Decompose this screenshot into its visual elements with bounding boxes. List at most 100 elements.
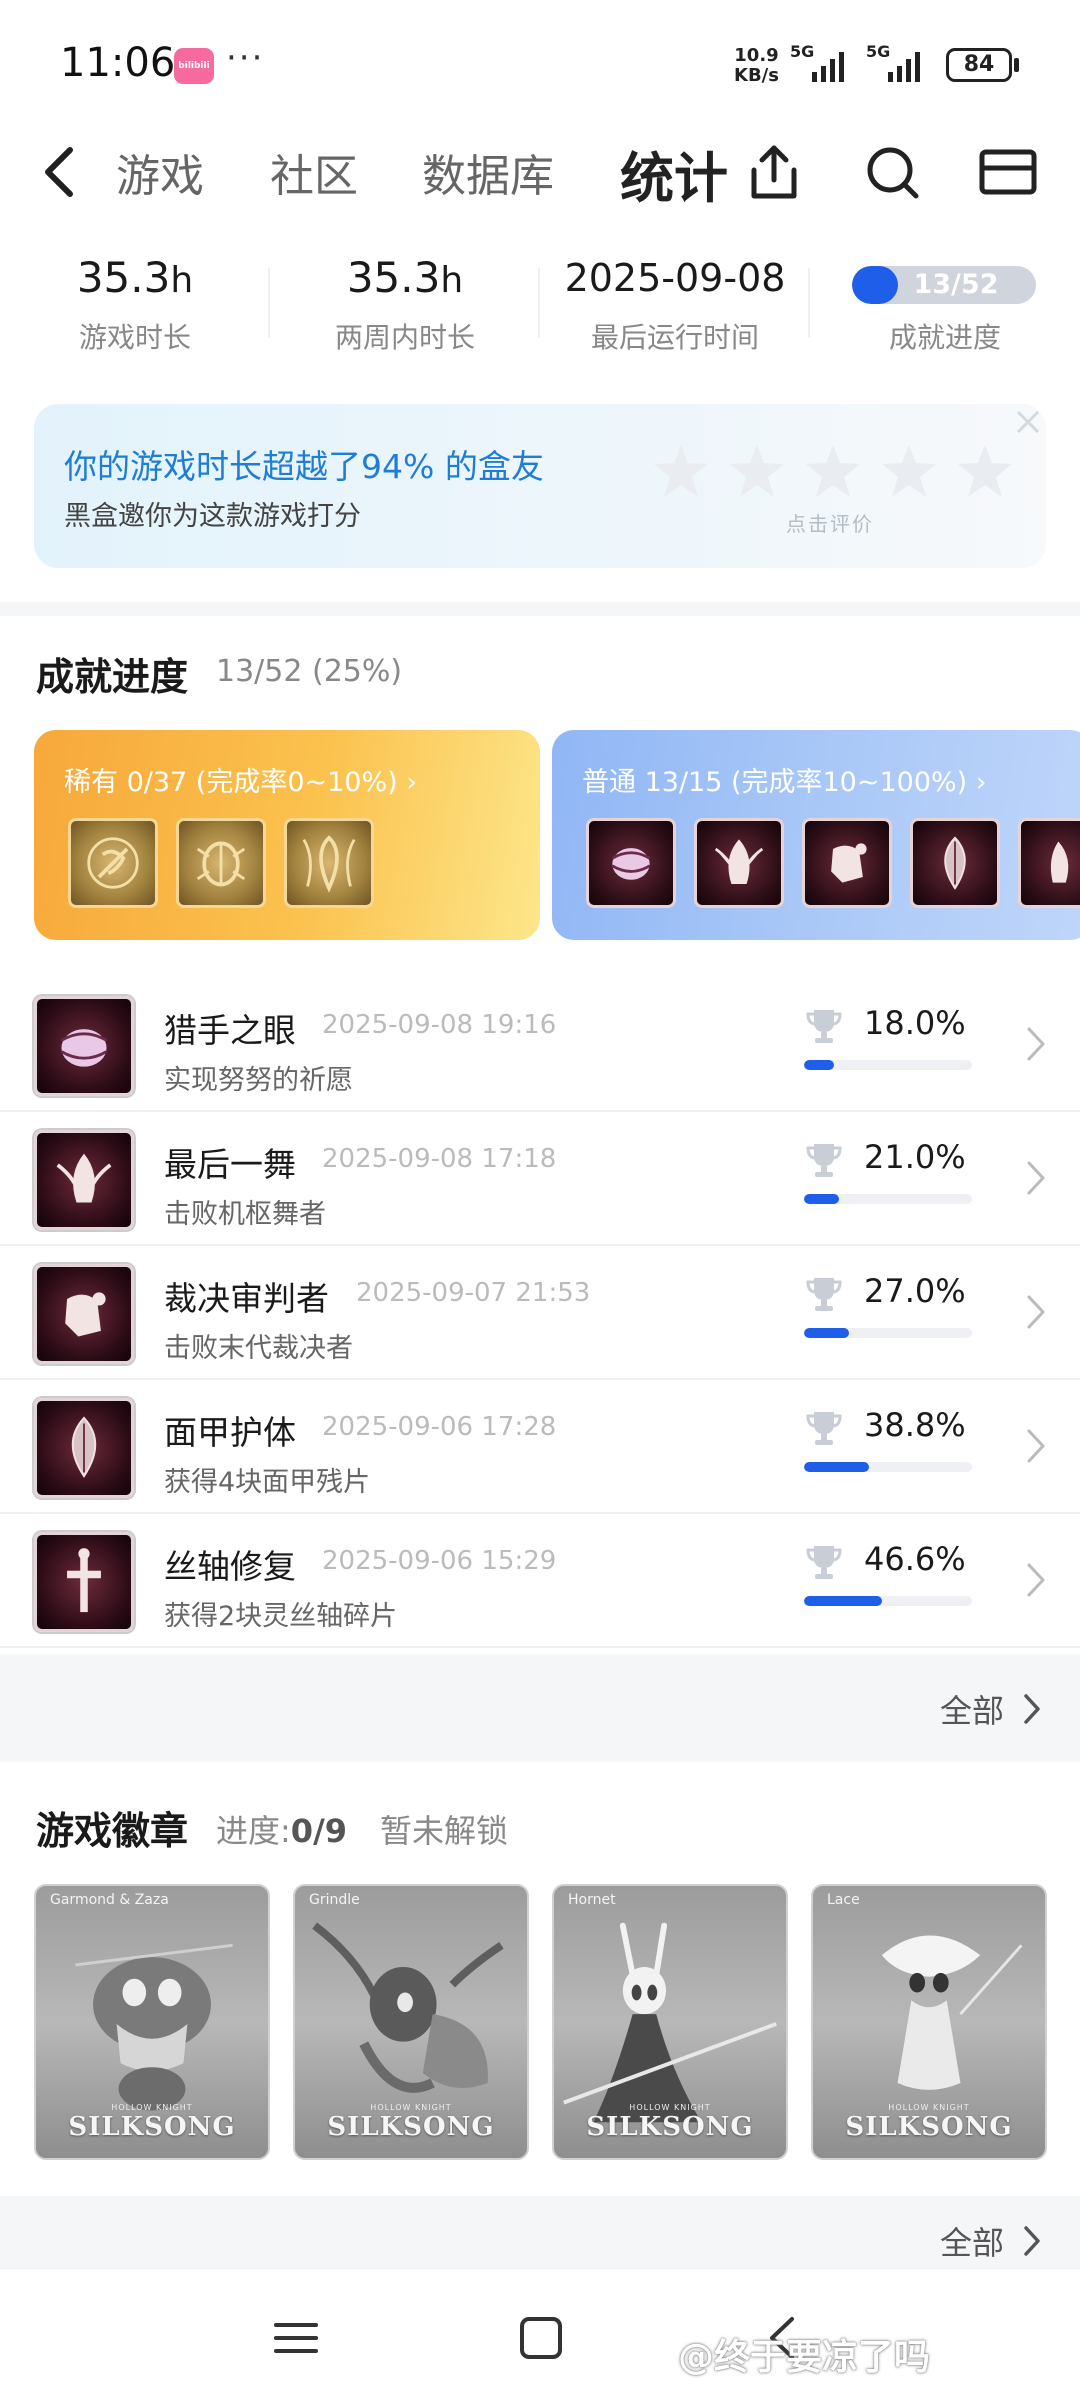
achievement-rate-bar (804, 1596, 972, 1606)
achievement-name: 猎手之眼 (164, 1011, 296, 1050)
badge-heading: 游戏徽章 (36, 1809, 189, 1853)
achievement-row[interactable]: 猎手之眼 2025-09-08 19:16 实现努努的祈愿 18.0% (0, 978, 1080, 1112)
achievement-percent: 38.8% (864, 1406, 966, 1444)
achievement-percent: 21.0% (864, 1138, 966, 1176)
badge-card-lace[interactable]: Lace HOLLOW KNIGHT SILKSONG (811, 1884, 1047, 2160)
locked-achievement-icon (68, 818, 158, 908)
achievement-row[interactable]: 裁决审判者 2025-09-07 21:53 击败末代裁决者 27.0% (0, 1246, 1080, 1380)
badge-card-name: Lace (827, 1892, 860, 1908)
star-icon-2[interactable] (728, 442, 786, 500)
star-icon-1[interactable] (652, 442, 710, 500)
trophy-icon (806, 1412, 842, 1445)
more-notifications-icon: ··· (226, 38, 265, 78)
badge-logo-subtitle: HOLLOW KNIGHT (370, 2103, 452, 2112)
chevron-right-icon (1024, 1694, 1040, 1724)
rating-hint: 点击评价 (786, 512, 874, 536)
home-icon[interactable] (510, 2313, 570, 2363)
achievement-heading: 成就进度 (36, 655, 189, 699)
achievement-rate-fill (804, 1194, 840, 1204)
rare-achievements-card[interactable]: 稀有 0/37 (完成率0~10%) › (34, 730, 540, 940)
achievement-percent: 46.6% (864, 1540, 966, 1578)
achievement-row[interactable]: 最后一舞 2025-09-08 17:18 击败机枢舞者 21.0% (0, 1112, 1080, 1246)
last-dance-icon (694, 818, 784, 908)
menu-icon[interactable] (266, 2313, 326, 2363)
locked-achievement-icon (284, 818, 374, 908)
close-icon[interactable] (1012, 406, 1044, 438)
achievement-row[interactable]: 丝轴修复 2025-09-06 15:29 获得2块灵丝轴碎片 46.6% (0, 1514, 1080, 1648)
achievements-more-band: 全部 (0, 1654, 1080, 1762)
mail-icon[interactable] (976, 140, 1040, 204)
rare-icons (68, 818, 374, 908)
achievement-rate-bar (804, 1462, 972, 1472)
star-icon-3[interactable] (804, 442, 862, 500)
signal-bars-icon (888, 52, 920, 82)
share-icon[interactable] (742, 140, 806, 204)
row-divider (0, 1646, 1080, 1648)
achievement-date: 2025-09-08 19:16 (322, 1010, 557, 1040)
achievement-name: 最后一舞 (164, 1145, 296, 1184)
silksong-logo: SILKSONG (845, 2112, 1013, 2142)
badge-card-grindle[interactable]: Grindle HOLLOW KNIGHT SILKSONG (293, 1884, 529, 2160)
stat-play-time: 35.3h 游戏时长 (0, 250, 270, 356)
status-time: 11:06 (60, 40, 176, 86)
achievement-date: 2025-09-06 15:29 (322, 1546, 557, 1576)
stat-last-run-value: 2025-09-08 (564, 256, 786, 300)
bilibili-app-icon: bilibili (174, 48, 214, 84)
rare-label: 稀有 0/37 (完成率0~10%) › (64, 767, 418, 798)
badge-card-name: Grindle (309, 1892, 360, 1908)
achievement-percent: 27.0% (864, 1272, 966, 1310)
badge-progress: 进度:0/9 (216, 1812, 348, 1850)
tab-community[interactable]: 社区 (270, 140, 358, 204)
achievement-rate-bar (804, 1328, 972, 1338)
badge-locked-status: 暂未解锁 (380, 1812, 509, 1850)
mask-icon (910, 818, 1000, 908)
achievement-icon (34, 996, 134, 1096)
section-divider (0, 602, 1080, 616)
tab-statistics[interactable]: 统计 (620, 134, 728, 213)
tab-game[interactable]: 游戏 (116, 140, 204, 204)
rating-subtitle: 黑盒邀你为这款游戏打分 (64, 501, 361, 532)
star-icon-4[interactable] (880, 442, 938, 500)
rating-title: 你的游戏时长超越了94% 的盒友 (64, 447, 544, 486)
battery-icon (1014, 58, 1019, 72)
silksong-logo: SILKSONG (586, 2112, 754, 2142)
achievement-date: 2025-09-07 21:53 (356, 1278, 591, 1308)
trophy-icon (806, 1278, 842, 1311)
common-label: 普通 13/15 (完成率10~100%) › (582, 767, 987, 798)
achievement-rate-fill (804, 1060, 835, 1070)
badge-logo-subtitle: HOLLOW KNIGHT (111, 2103, 193, 2112)
badge-card-garmond-zaza[interactable]: Garmond & Zaza HOLLOW KNIGHT SILKSONG (34, 1884, 270, 2160)
back-icon[interactable] (40, 144, 80, 200)
achievement-icon (34, 1264, 134, 1364)
chevron-right-icon (1027, 1429, 1045, 1463)
badges-more-band: 全部 (0, 2196, 1080, 2268)
achievement-rate-fill (804, 1596, 883, 1606)
achievement-description: 击败末代裁决者 (164, 1333, 353, 1364)
badges-view-all-link[interactable]: 全部 (940, 2218, 1040, 2264)
silksong-logo: SILKSONG (327, 2112, 495, 2142)
achievement-rate-fill (804, 1462, 870, 1472)
achievement-date: 2025-09-06 17:28 (322, 1412, 557, 1442)
achievement-percent: 18.0% (864, 1004, 966, 1042)
achievement-name: 裁决审判者 (164, 1279, 329, 1318)
stat-two-week-value: 35.3h (346, 253, 464, 302)
badge-card-hornet[interactable]: Hornet HOLLOW KNIGHT SILKSONG (552, 1884, 788, 2160)
tab-database[interactable]: 数据库 (422, 140, 554, 204)
badge-logo-subtitle: HOLLOW KNIGHT (888, 2103, 970, 2112)
common-achievements-card[interactable]: 普通 13/15 (完成率10~100%) › (552, 730, 1080, 940)
trophy-icon (806, 1144, 842, 1177)
achievement-description: 获得2块灵丝轴碎片 (164, 1601, 398, 1632)
achievement-row[interactable]: 面甲护体 2025-09-06 17:28 获得4块面甲残片 38.8% (0, 1380, 1080, 1514)
judge-icon (802, 818, 892, 908)
achievement-description: 实现努努的祈愿 (164, 1065, 353, 1096)
achievement-icon (34, 1398, 134, 1498)
achievements-view-all-link[interactable]: 全部 (940, 1686, 1040, 1732)
search-icon[interactable] (860, 140, 924, 204)
network-speed: 10.9 KB/s (734, 46, 779, 86)
achievement-icon (34, 1532, 134, 1632)
chevron-right-icon (1027, 1027, 1045, 1061)
achievement-description: 获得4块面甲残片 (164, 1467, 371, 1498)
achievement-date: 2025-09-08 17:18 (322, 1144, 557, 1174)
status-bar: 11:06 bilibili ··· 10.9 KB/s 5G 5G 84 (0, 0, 1080, 130)
star-icon-5[interactable] (956, 442, 1014, 500)
